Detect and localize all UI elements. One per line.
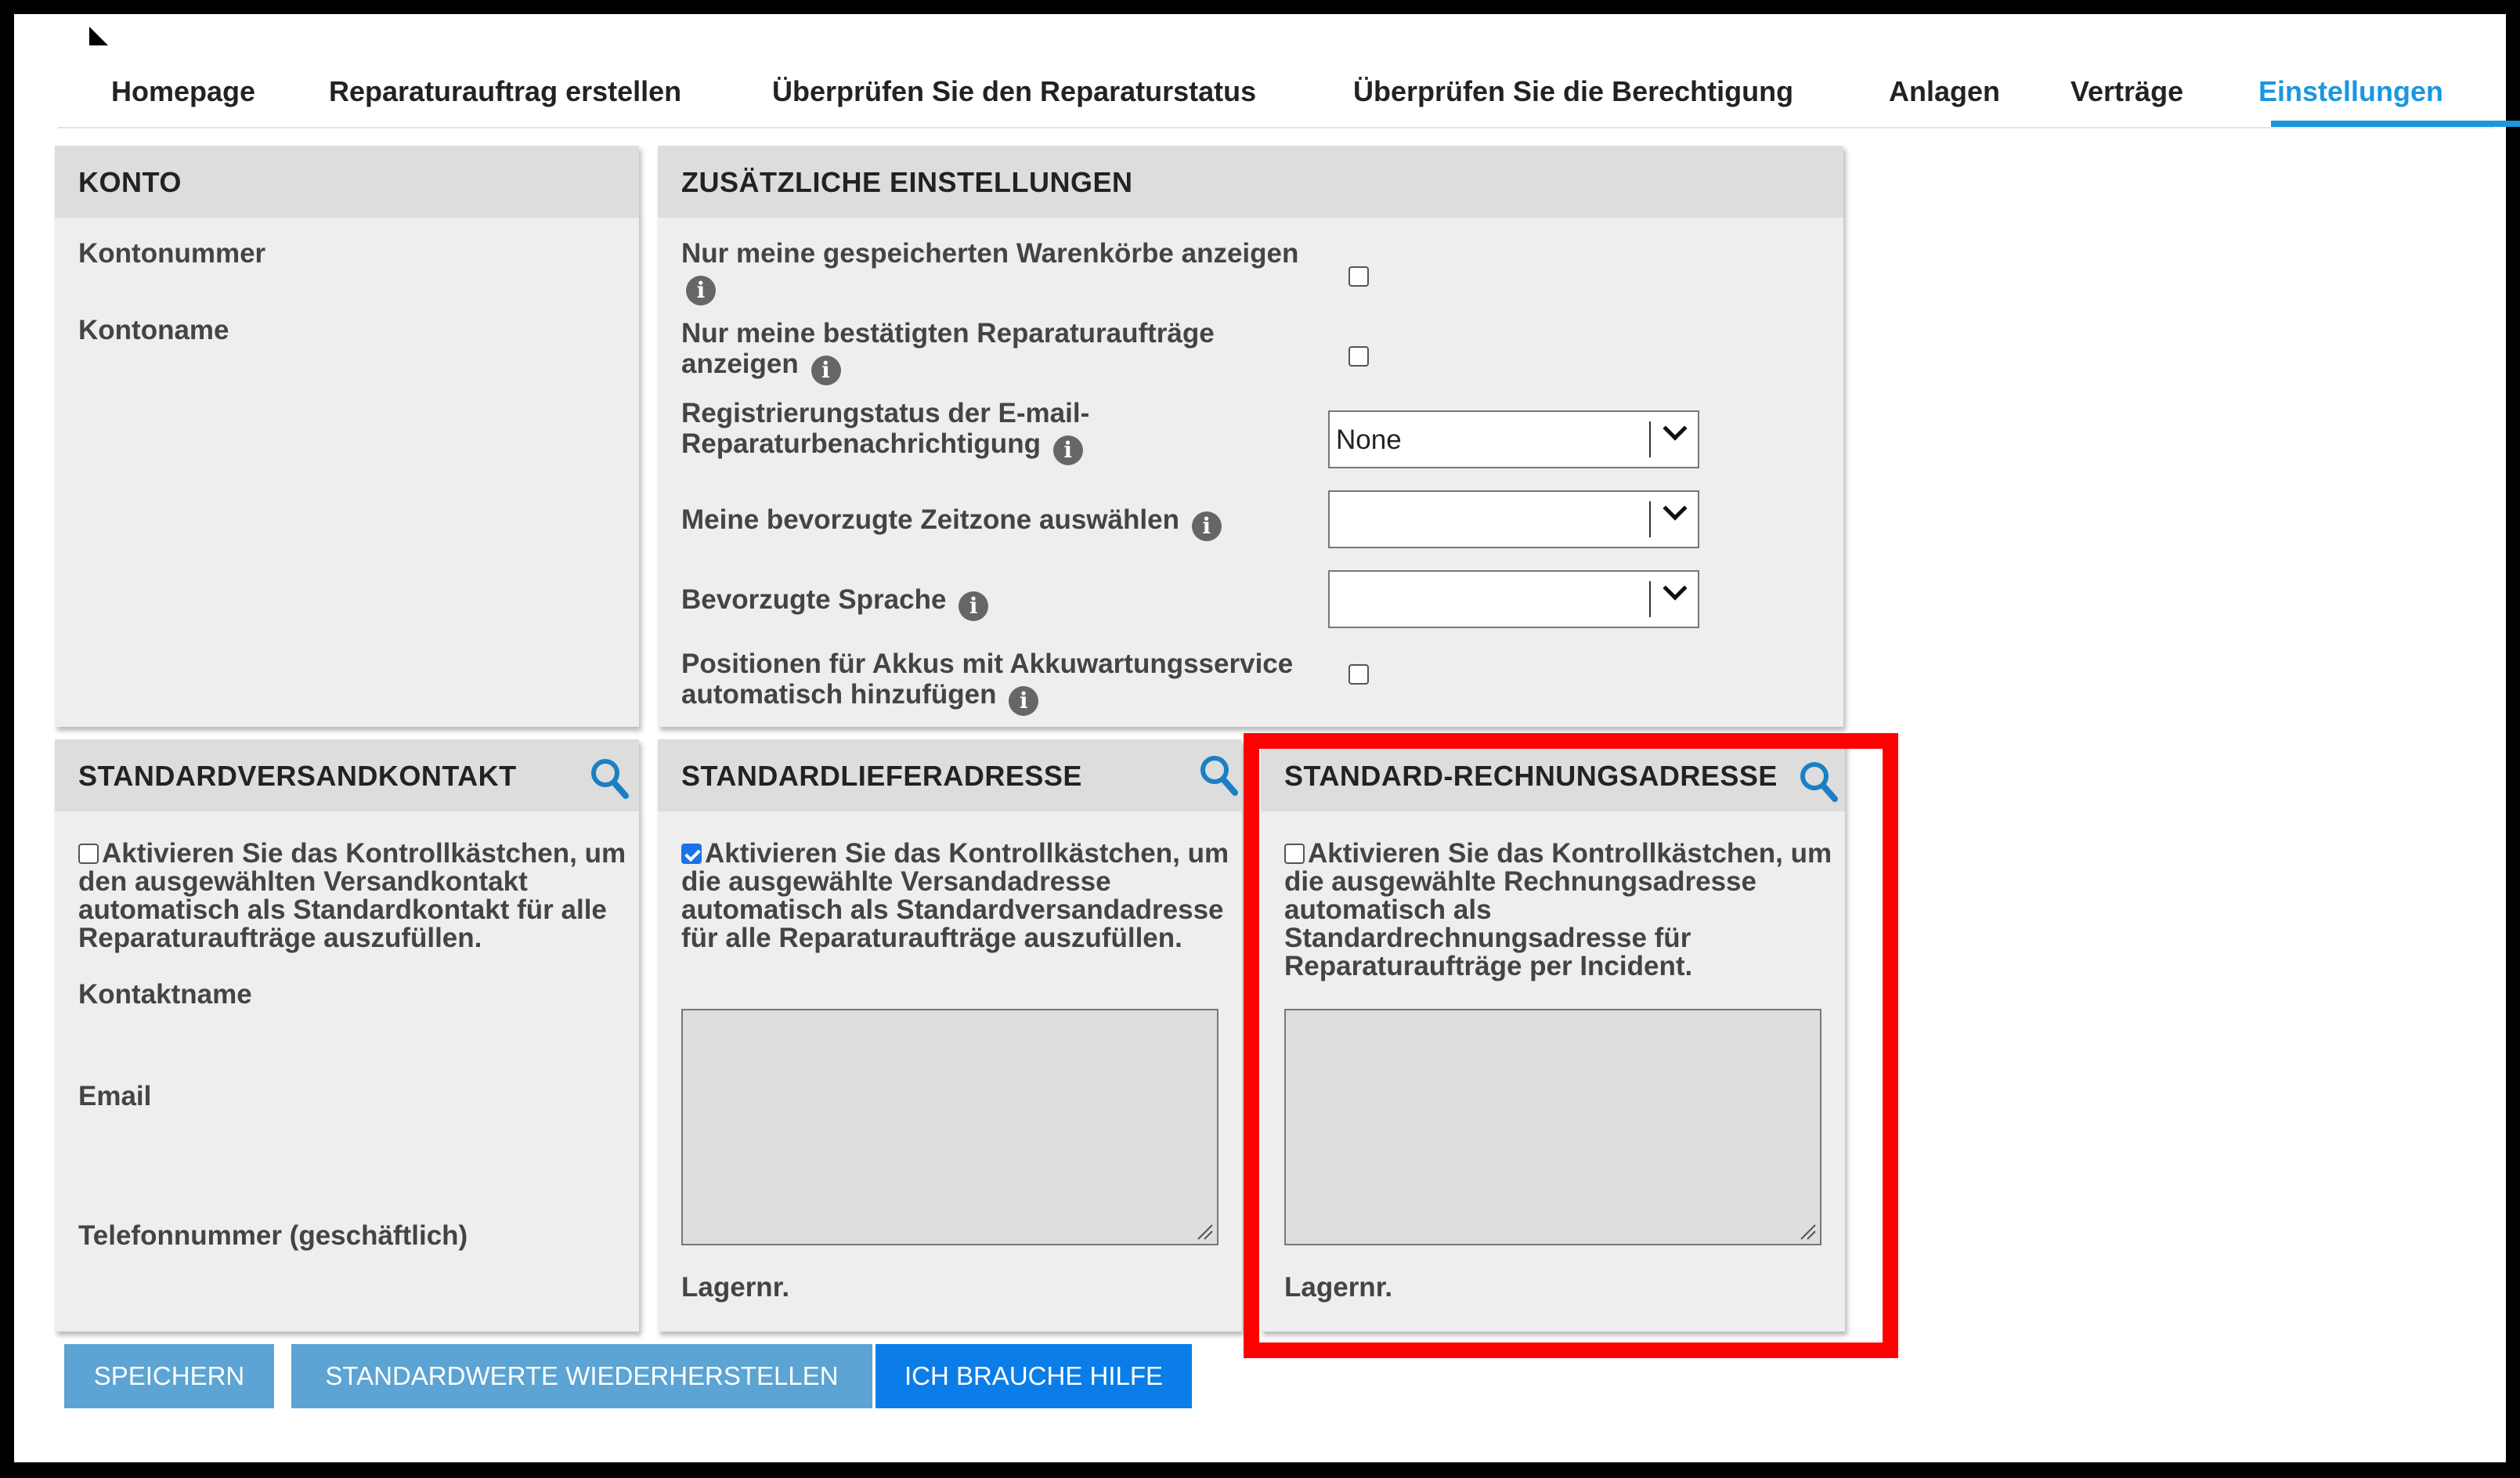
shipping-contact-checkbox-text: Aktivieren Sie das Kontrollkästchen, um …	[78, 838, 626, 953]
search-icon[interactable]	[1198, 753, 1239, 797]
battery-label: Positionen für Akkus mit Akkuwartungsser…	[681, 649, 1294, 710]
battery-setting: Positionen für Akkus mit Akkuwartungsser…	[681, 649, 1323, 716]
delivery-address-textarea[interactable]	[681, 1009, 1218, 1245]
delivery-address-title: STANDARDLIEFERADRESSE	[681, 760, 1082, 792]
nav-item-assets[interactable]: Anlagen	[1889, 75, 2000, 108]
account-panel-header: KONTO	[55, 146, 639, 218]
chevron-down-icon	[1663, 576, 1688, 601]
saved-carts-setting: Nur meine gespeicherten Warenkörbe anzei…	[681, 238, 1323, 305]
search-icon[interactable]	[589, 757, 630, 800]
additional-settings-title: ZUSÄTZLICHE EINSTELLUNGEN	[681, 166, 1133, 198]
shipping-contact-checkbox[interactable]	[78, 844, 99, 864]
contact-name-label: Kontaktname	[78, 979, 252, 1010]
shipping-contact-header: STANDARDVERSANDKONTAKT	[55, 739, 639, 811]
delivery-address-header: STANDARDLIEFERADRESSE	[658, 739, 1242, 811]
email-status-value: None	[1336, 425, 1402, 455]
resize-grip-icon[interactable]	[1195, 1222, 1214, 1241]
email-label: Email	[78, 1081, 152, 1111]
info-icon[interactable]: i	[1009, 686, 1039, 716]
nav-item-repair-status[interactable]: Überprüfen Sie den Reparaturstatus	[772, 75, 1256, 108]
language-label: Bevorzugte Sprache	[681, 584, 947, 615]
chevron-down-icon	[1663, 496, 1688, 521]
confirmed-orders-label: Nur meine bestätigten Reparaturaufträge …	[681, 318, 1215, 379]
nav-item-homepage[interactable]: Homepage	[111, 75, 255, 108]
additional-settings-panel: ZUSÄTZLICHE EINSTELLUNGEN Nur meine gesp…	[658, 146, 1843, 727]
info-icon[interactable]: i	[686, 276, 716, 305]
delivery-address-checkbox[interactable]	[681, 844, 702, 864]
timezone-label: Meine bevorzugte Zeitzone auswählen	[681, 504, 1179, 535]
info-icon[interactable]: i	[959, 591, 989, 621]
shipping-contact-panel: STANDARDVERSANDKONTAKT Aktivieren Sie da…	[55, 739, 639, 1332]
email-status-setting: Registrierungstatus der E-mail-Reparatur…	[681, 398, 1167, 465]
info-icon[interactable]: i	[1052, 435, 1083, 465]
shipping-contact-title: STANDARDVERSANDKONTAKT	[78, 760, 517, 792]
account-panel: KONTO Kontonummer Kontoname	[55, 146, 639, 727]
nav-item-create-repair-order[interactable]: Reparaturauftrag erstellen	[329, 75, 681, 108]
account-number-label: Kontonummer	[78, 238, 266, 269]
timezone-select[interactable]	[1328, 490, 1699, 548]
saved-carts-checkbox[interactable]	[1348, 266, 1369, 287]
additional-settings-header: ZUSÄTZLICHE EINSTELLUNGEN	[658, 146, 1843, 218]
nav-item-contracts[interactable]: Verträge	[2071, 75, 2183, 108]
nav-item-entitlement[interactable]: Überprüfen Sie die Berechtigung	[1353, 75, 1793, 108]
delivery-address-panel: STANDARDLIEFERADRESSE Aktivieren Sie das…	[658, 739, 1242, 1332]
confirmed-orders-checkbox[interactable]	[1348, 346, 1369, 367]
active-tab-indicator	[2271, 121, 2520, 127]
account-panel-title: KONTO	[78, 166, 182, 198]
info-icon[interactable]: i	[1191, 511, 1222, 541]
delivery-address-description: Aktivieren Sie das Kontrollkästchen, um …	[681, 840, 1229, 952]
restore-defaults-button[interactable]: STANDARDWERTE WIEDERHERSTELLEN	[291, 1344, 872, 1408]
save-button[interactable]: SPEICHERN	[64, 1344, 274, 1408]
select-divider	[1649, 501, 1651, 537]
email-status-select[interactable]: None	[1328, 410, 1699, 468]
select-divider	[1649, 421, 1651, 457]
confirmed-orders-setting: Nur meine bestätigten Reparaturaufträge …	[681, 318, 1276, 385]
battery-checkbox[interactable]	[1348, 664, 1369, 685]
business-phone-label: Telefonnummer (geschäftlich)	[78, 1220, 468, 1251]
info-icon[interactable]: i	[811, 356, 841, 385]
corner-marker	[89, 27, 108, 45]
main-nav: Homepage Reparaturauftrag erstellen Über…	[58, 58, 2520, 128]
email-status-label: Registrierungstatus der E-mail-Reparatur…	[681, 398, 1090, 459]
select-divider	[1649, 581, 1651, 617]
nav-item-settings[interactable]: Einstellungen	[2258, 75, 2443, 108]
timezone-setting: Meine bevorzugte Zeitzone auswählen i	[681, 504, 1323, 541]
chevron-down-icon	[1663, 416, 1688, 441]
app-window: Homepage Reparaturauftrag erstellen Über…	[14, 14, 2520, 1462]
saved-carts-label: Nur meine gespeicherten Warenkörbe anzei…	[681, 238, 1299, 269]
language-select[interactable]	[1328, 570, 1699, 628]
highlight-box	[1244, 733, 1898, 1358]
need-help-button[interactable]: ICH BRAUCHE HILFE	[876, 1344, 1192, 1408]
store-number-label: Lagernr.	[681, 1272, 790, 1303]
shipping-contact-description: Aktivieren Sie das Kontrollkästchen, um …	[78, 840, 626, 952]
language-setting: Bevorzugte Sprache i	[681, 584, 1323, 621]
account-name-label: Kontoname	[78, 315, 229, 345]
delivery-address-checkbox-text: Aktivieren Sie das Kontrollkästchen, um …	[681, 838, 1229, 953]
